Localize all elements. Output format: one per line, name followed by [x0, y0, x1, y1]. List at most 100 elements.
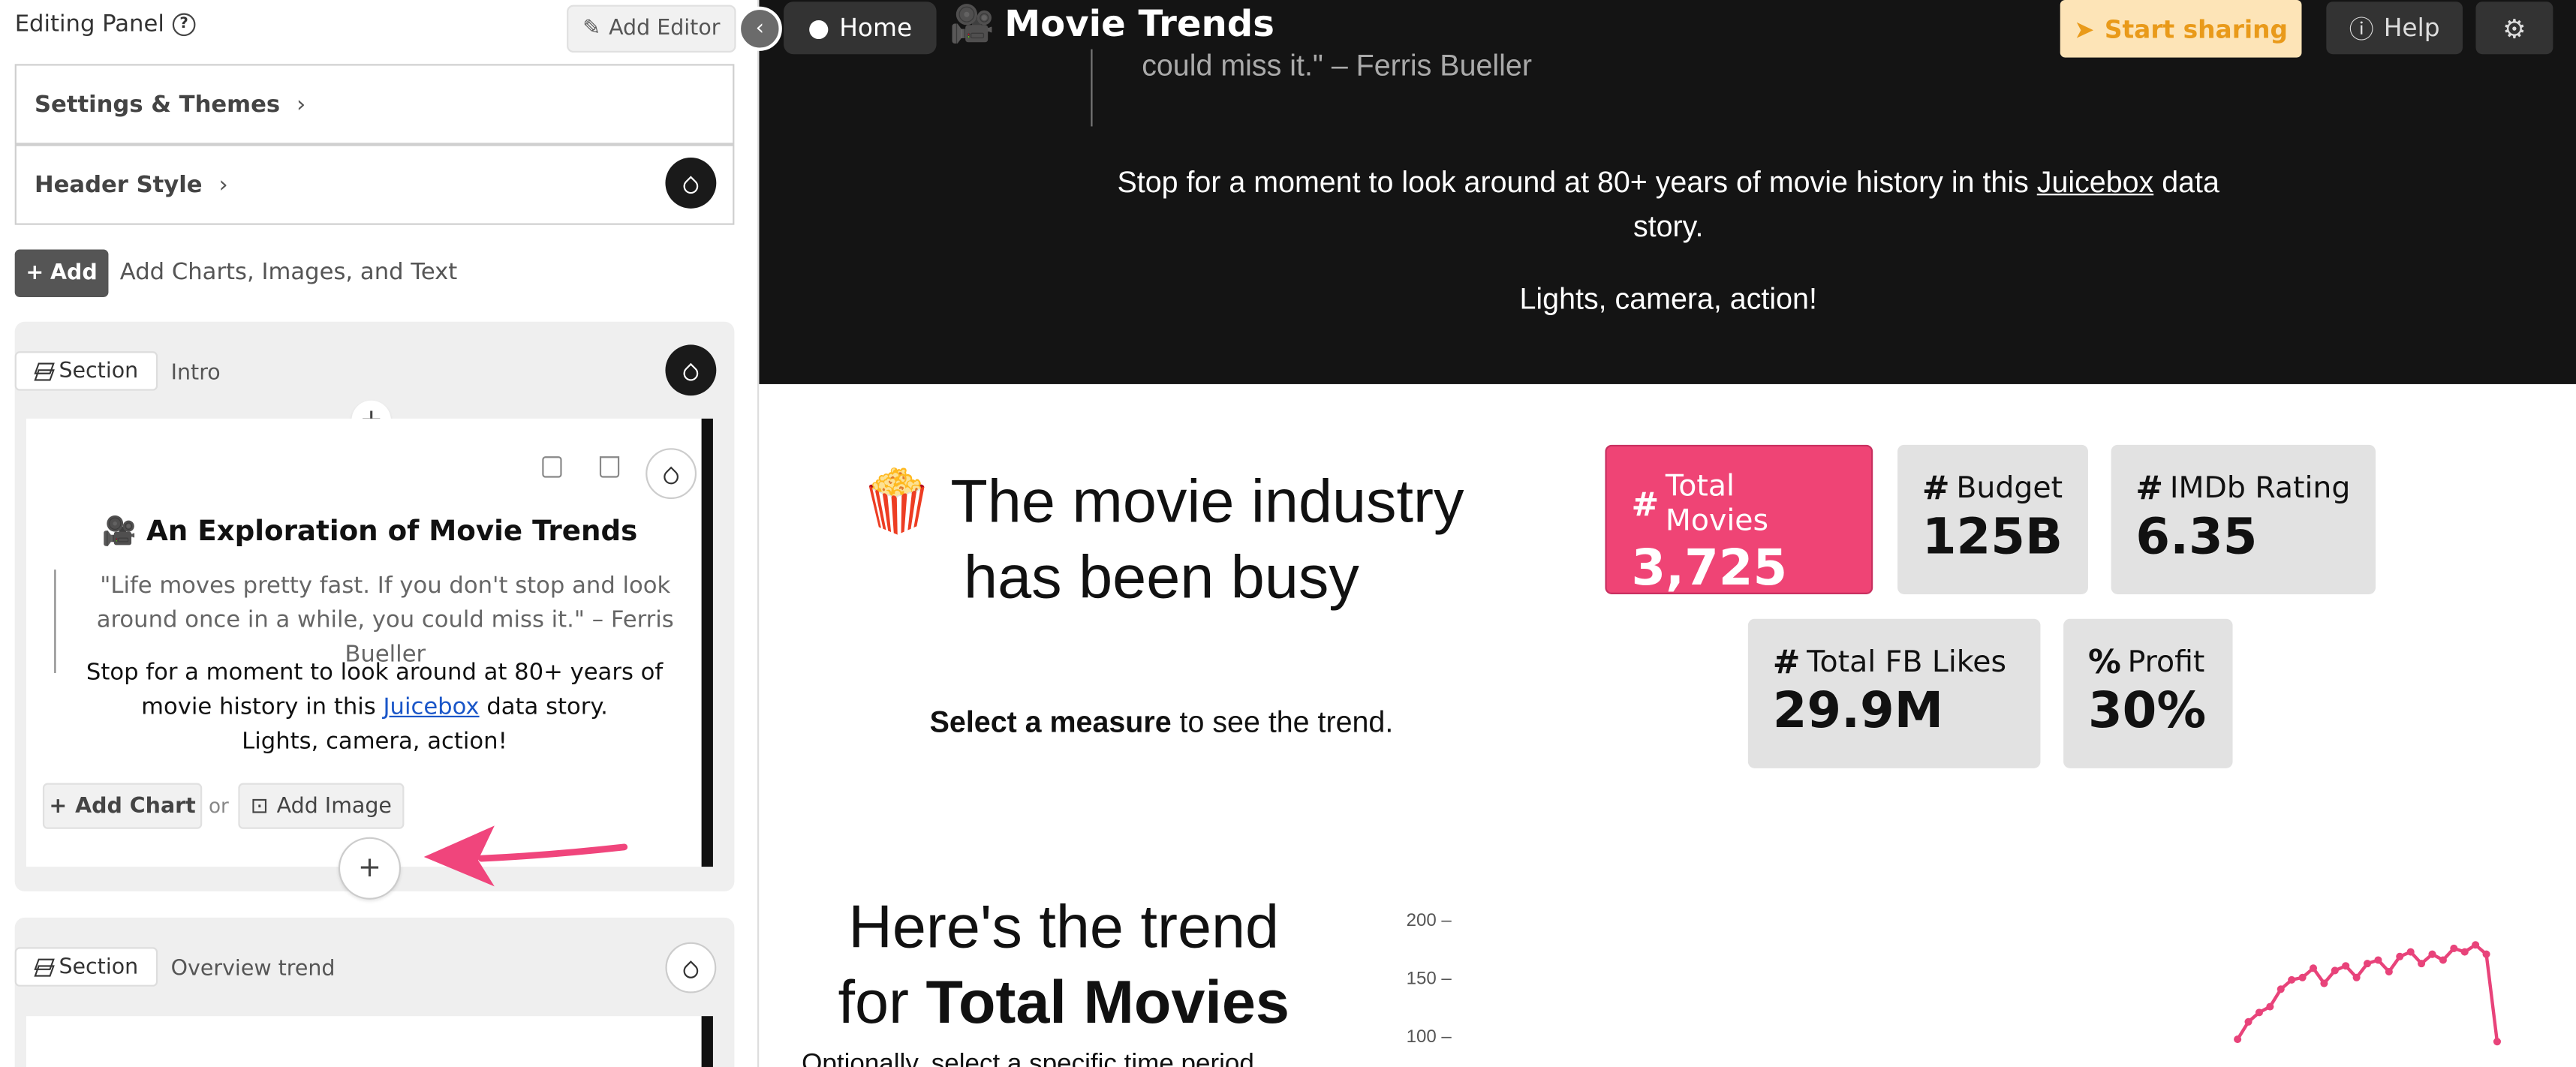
data-point[interactable]	[2406, 948, 2415, 956]
section-color-button[interactable]	[665, 344, 717, 396]
juicebox-link[interactable]: Juicebox	[383, 694, 479, 720]
panel-header: Editing Panel ?	[15, 11, 196, 38]
help-label: Help	[2383, 13, 2440, 43]
pointer-arrow-icon	[423, 825, 628, 887]
measure-heading: 🍿 The movie industry has been busy	[859, 467, 1464, 611]
hash-icon: #	[1631, 484, 1660, 524]
home-label: Home	[839, 13, 913, 43]
y-tick-label: 200 –	[1407, 910, 1452, 930]
kpi-profit[interactable]: % Profit 30%	[2063, 618, 2233, 768]
add-chart-label: Add Chart	[75, 793, 196, 819]
kpi-total-movies[interactable]: # Total Movies 3,725	[1605, 444, 1873, 597]
data-point[interactable]	[2363, 960, 2372, 968]
help-icon: ⓘ	[2349, 14, 2374, 44]
kpi-value: 30%	[2087, 683, 2207, 741]
y-tick-label: 100 –	[1407, 1026, 1452, 1047]
home-icon: ●	[808, 13, 830, 43]
hash-icon: #	[1772, 642, 1801, 681]
data-point[interactable]	[2320, 979, 2328, 987]
data-point[interactable]	[2298, 973, 2307, 981]
trash-icon[interactable]	[599, 456, 620, 478]
hero-juicebox-link[interactable]: Juicebox	[2037, 166, 2154, 199]
header-style-row[interactable]: Header Style ›	[14, 144, 735, 225]
insert-block-below-button[interactable]: +	[338, 837, 402, 900]
kpi-label: Budget	[1956, 470, 2063, 505]
help-button[interactable]: ⓘ Help	[2326, 2, 2463, 55]
kpi-value: 6.35	[2135, 509, 2258, 567]
section-name: Overview trend	[170, 957, 336, 982]
data-point[interactable]	[2352, 973, 2361, 981]
data-point[interactable]	[2493, 1038, 2501, 1046]
data-point[interactable]	[2428, 950, 2436, 958]
section-tag[interactable]: Section	[14, 947, 158, 987]
home-button[interactable]: ● Home	[784, 2, 937, 55]
kpi-value: 125B	[1921, 509, 2063, 567]
preview-action-text: Lights, camera, action!	[242, 729, 507, 756]
header-style-color-button[interactable]	[665, 158, 717, 209]
help-icon[interactable]: ?	[172, 13, 196, 37]
drop-icon	[680, 960, 702, 981]
data-point[interactable]	[2396, 952, 2404, 960]
add-hint-text: Add Charts, Images, and Text	[119, 259, 458, 286]
data-point[interactable]	[2472, 941, 2480, 949]
data-point[interactable]	[2482, 950, 2490, 958]
collapse-panel-button[interactable]: ‹	[737, 6, 782, 51]
kpi-value: 29.9M	[1772, 683, 1944, 741]
settings-themes-row[interactable]: Settings & Themes ›	[14, 64, 735, 145]
series-line	[2236, 942, 2499, 1042]
data-point[interactable]	[2255, 1008, 2263, 1017]
data-point[interactable]	[2277, 985, 2285, 993]
trend-heading-pre: for	[838, 968, 926, 1036]
data-point[interactable]	[2374, 956, 2382, 964]
start-sharing-label: Start sharing	[2104, 14, 2289, 44]
add-chart-button[interactable]: + Add Chart	[42, 783, 203, 829]
data-point[interactable]	[2342, 962, 2350, 970]
data-point[interactable]	[2288, 975, 2296, 984]
trend-subheading: Optionally, select a specific time perio…	[802, 1050, 1254, 1067]
start-sharing-button[interactable]: ➤ Start sharing	[2060, 0, 2302, 58]
overview-preview-card[interactable]	[26, 1016, 713, 1067]
kpi-label: Total FB Likes	[1807, 644, 2006, 679]
kpi-total-fb-likes[interactable]: # Total FB Likes 29.9M	[1747, 618, 2041, 768]
data-point[interactable]	[2418, 960, 2426, 968]
data-point[interactable]	[2244, 1017, 2252, 1026]
settings-button[interactable]: ⚙	[2475, 2, 2553, 55]
section-tag-label: Section	[59, 954, 139, 979]
data-point[interactable]	[2439, 956, 2447, 964]
data-point[interactable]	[2460, 948, 2469, 956]
kpi-label: IMDb Rating	[2169, 470, 2351, 505]
data-point[interactable]	[2450, 944, 2458, 952]
gear-icon: ⚙	[2502, 12, 2526, 44]
drop-icon	[680, 175, 702, 197]
add-button[interactable]: + Add	[14, 249, 109, 297]
settings-themes-label: Settings & Themes	[34, 91, 281, 118]
add-image-button[interactable]: ⊡ Add Image	[238, 783, 405, 829]
data-point[interactable]	[2385, 967, 2393, 976]
kpi-budget[interactable]: # Budget 125B	[1897, 444, 2088, 594]
data-point[interactable]	[2266, 1002, 2274, 1011]
add-editor-label: Add Editor	[609, 16, 721, 41]
user-edit-icon: ✎	[582, 16, 601, 41]
hero-body-text: Stop for a moment to look around at 80+ …	[1117, 165, 2037, 199]
movie-camera-icon: 🎥	[949, 5, 995, 47]
site-title: 🎥 Movie Trends	[949, 5, 1274, 47]
section-tag[interactable]: Section	[14, 351, 158, 391]
plus-icon: +	[49, 793, 68, 819]
percent-icon: %	[2087, 642, 2121, 681]
editing-panel: Editing Panel ? ✎ Add Editor Settings & …	[0, 0, 760, 1067]
hero-action: Lights, camera, action!	[1519, 282, 1817, 316]
duplicate-icon[interactable]	[542, 456, 562, 478]
camera-icon: ⊡	[250, 793, 269, 819]
preview-title: 🎥 An Exploration of Movie Trends	[101, 515, 638, 549]
block-color-button[interactable]	[646, 448, 697, 500]
panel-title: Editing Panel	[14, 11, 164, 38]
add-editor-button[interactable]: ✎ Add Editor	[567, 5, 736, 53]
section-color-button[interactable]	[665, 942, 717, 993]
data-point[interactable]	[2331, 966, 2339, 975]
data-point[interactable]	[2309, 964, 2318, 972]
hero-body: Stop for a moment to look around at 80+ …	[1097, 161, 2239, 249]
trend-chart[interactable]: 200 – 150 – 100 –	[1380, 886, 2563, 1067]
kpi-imdb-rating[interactable]: # IMDb Rating 6.35	[2111, 444, 2376, 594]
layers-icon	[35, 362, 53, 380]
data-point[interactable]	[2234, 1035, 2242, 1044]
